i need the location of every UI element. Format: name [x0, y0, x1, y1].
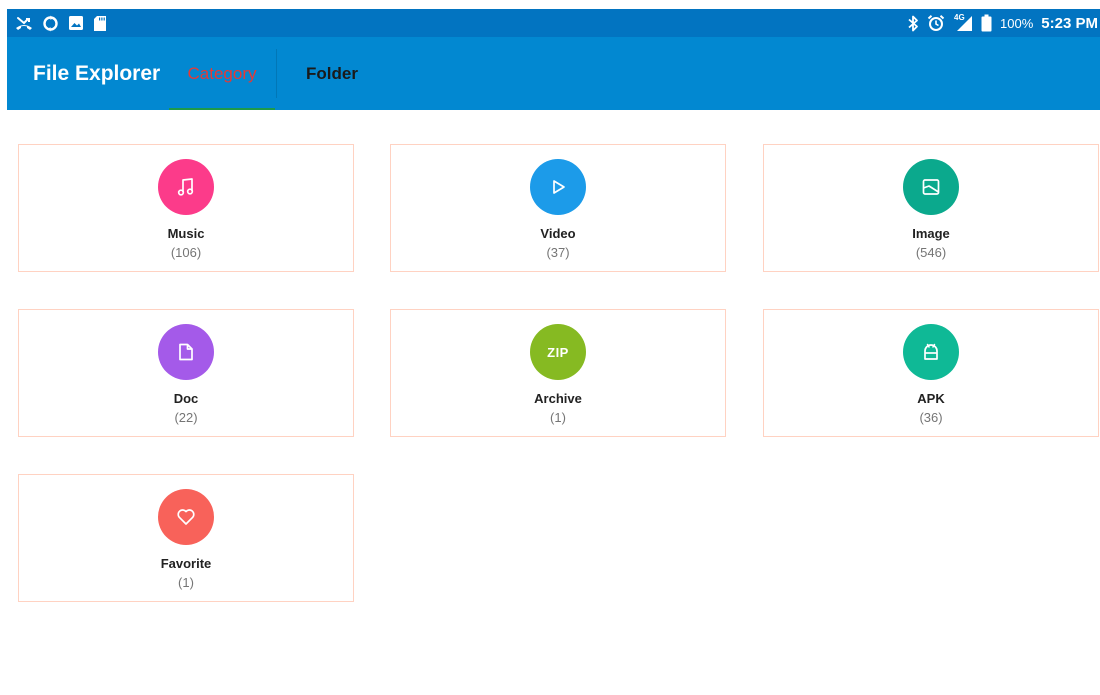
category-label: APK — [917, 391, 945, 406]
category-count: (1) — [550, 410, 566, 425]
category-count: (106) — [170, 245, 202, 260]
category-count: (22) — [174, 410, 198, 425]
tab-divider — [276, 49, 277, 98]
document-icon — [158, 324, 214, 380]
clock: 5:23 PM — [1041, 14, 1098, 32]
app-title: File Explorer — [33, 62, 161, 85]
category-card-favorite[interactable]: Favorite (1) — [18, 474, 354, 602]
tab-category[interactable]: Category — [169, 37, 275, 110]
category-label: Video — [540, 226, 576, 241]
category-card-archive[interactable]: ZIP Archive (1) — [390, 309, 726, 437]
network-type-label: 4G — [953, 13, 966, 22]
sync-icon — [42, 15, 59, 32]
category-label: Favorite — [160, 556, 212, 571]
category-count: (36) — [919, 410, 943, 425]
zip-icon-text: ZIP — [547, 344, 569, 360]
category-label: Music — [167, 226, 205, 241]
zip-icon: ZIP — [530, 324, 586, 380]
category-card-music[interactable]: Music (106) — [18, 144, 354, 272]
tab-category-label: Category — [187, 63, 257, 83]
signal-4g-icon: 4G — [953, 13, 973, 32]
sd-card-icon — [93, 15, 107, 32]
music-icon — [158, 159, 214, 215]
app-bar: File Explorer Category Folder — [7, 37, 1100, 110]
category-card-video[interactable]: Video (37) — [390, 144, 726, 272]
category-card-image[interactable]: Image (546) — [763, 144, 1099, 272]
category-count: (1) — [178, 575, 194, 590]
heart-icon — [158, 489, 214, 545]
screen: 4G 100% 5:23 PM File Explorer Category F… — [0, 0, 1100, 695]
battery-icon — [981, 14, 992, 32]
category-count: (546) — [915, 245, 947, 260]
category-label: Image — [912, 226, 950, 241]
selected-tab-indicator — [169, 108, 275, 110]
category-count: (37) — [546, 245, 570, 260]
category-label: Archive — [534, 391, 582, 406]
play-icon — [530, 159, 586, 215]
image-icon — [903, 159, 959, 215]
alarm-icon — [927, 14, 945, 32]
battery-percent: 100% — [1000, 15, 1034, 31]
android-icon — [903, 324, 959, 380]
category-card-doc[interactable]: Doc (22) — [18, 309, 354, 437]
status-left-icons — [15, 15, 107, 32]
status-bar: 4G 100% 5:23 PM — [7, 9, 1100, 37]
missed-call-icon — [15, 15, 33, 31]
gallery-icon — [68, 15, 84, 31]
category-label: Doc — [173, 391, 199, 406]
bluetooth-icon — [907, 15, 919, 32]
tab-folder[interactable]: Folder — [279, 37, 385, 110]
tab-folder-label: Folder — [306, 63, 358, 83]
status-right-icons: 4G 100% 5:23 PM — [907, 13, 1100, 32]
category-card-apk[interactable]: APK (36) — [763, 309, 1099, 437]
